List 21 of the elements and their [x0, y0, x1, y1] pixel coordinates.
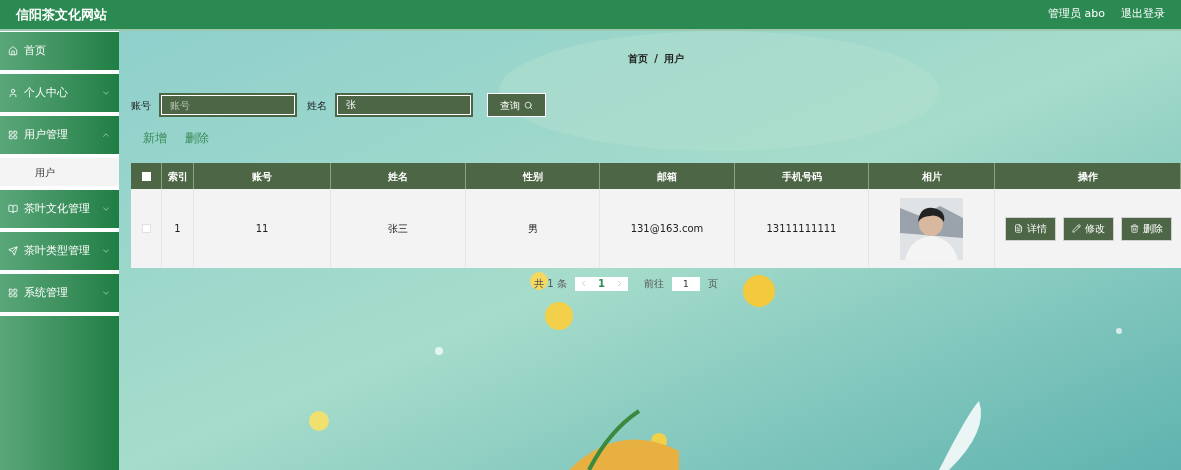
logout-link[interactable]: 退出登录 [1121, 6, 1165, 23]
chevron-icon [101, 204, 111, 214]
person-icon [8, 88, 18, 98]
admin-name: 管理员 abo [1048, 6, 1105, 23]
chevron-icon [101, 246, 111, 256]
sidebar-menu-item[interactable]: 首页 [0, 32, 119, 70]
book-icon [8, 204, 18, 214]
chevron-icon [101, 130, 111, 140]
chevron-icon [101, 288, 111, 298]
sidebar-menu-item[interactable]: 茶叶文化管理 [0, 190, 119, 228]
sidebar-submenu-item[interactable]: 用户 [0, 158, 119, 186]
sidebar-menu-item[interactable]: 个人中心 [0, 74, 119, 112]
chevron-icon [101, 88, 111, 98]
sidebar-menu-item[interactable]: 用户管理 [0, 116, 119, 154]
site-title: 信阳茶文化网站 [16, 5, 107, 24]
sidebar-menu-item[interactable]: 系统管理 [0, 274, 119, 312]
paper-plane-icon [8, 246, 18, 256]
home-icon [8, 46, 18, 56]
grid-icon [8, 130, 18, 140]
grid-icon [8, 288, 18, 298]
sidebar-menu-item[interactable]: 茶叶类型管理 [0, 232, 119, 270]
